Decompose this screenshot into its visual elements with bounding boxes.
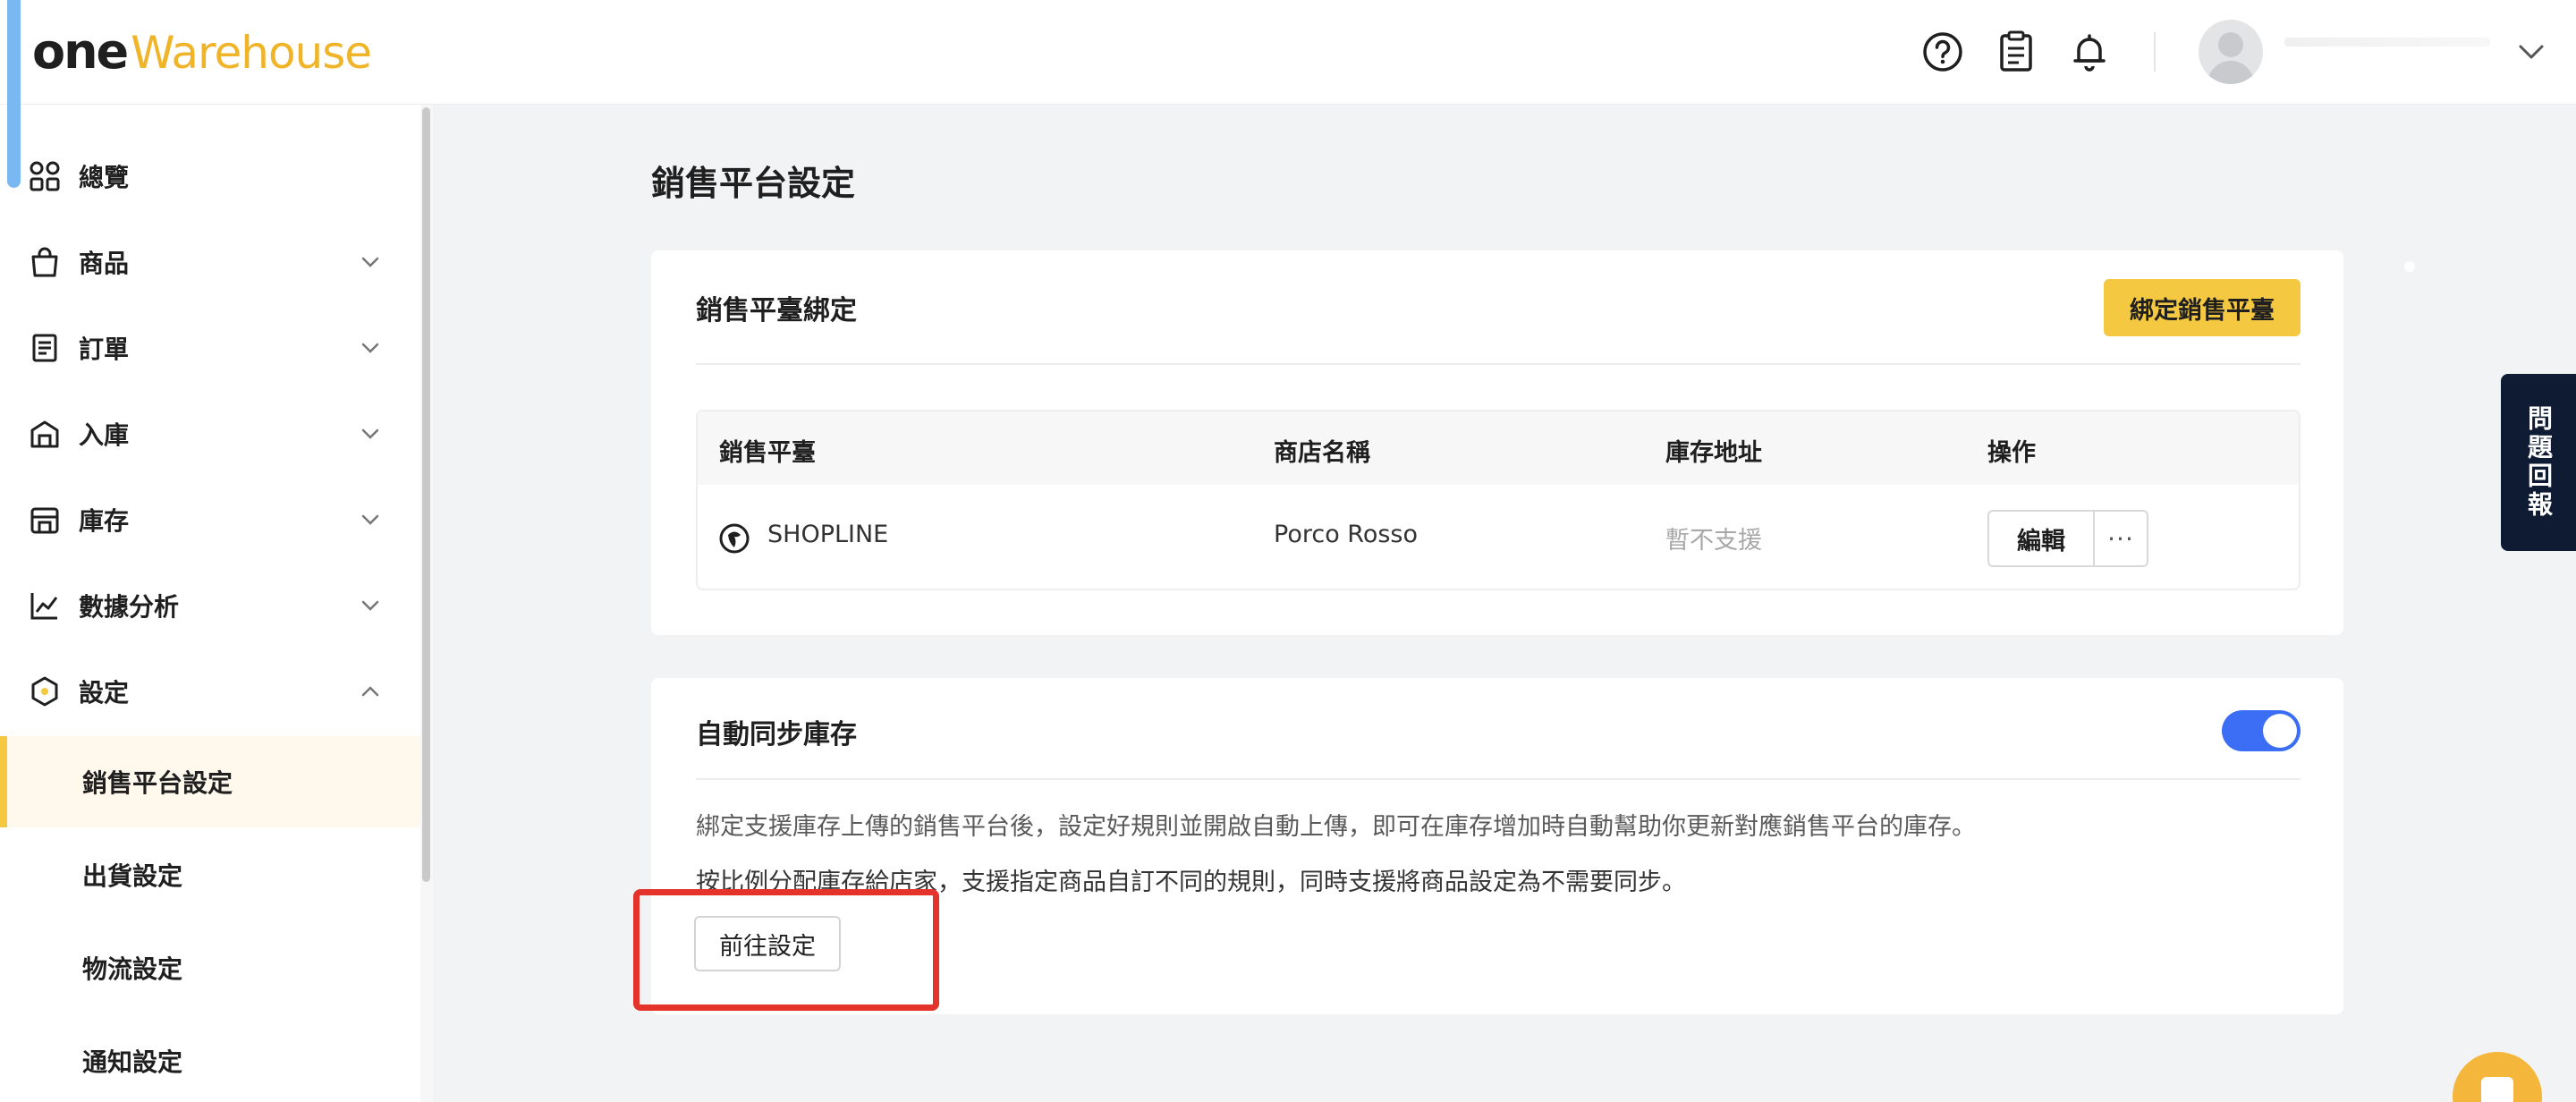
sidebar-item-label: 數據分析 — [79, 592, 180, 622]
floating-dot — [2404, 261, 2415, 272]
sidebar-subitem-logistics[interactable]: 物流設定 — [0, 922, 420, 1013]
chevron-down-icon — [361, 257, 379, 267]
shopline-logo-icon — [719, 523, 750, 554]
chevron-up-icon — [361, 686, 379, 697]
sync-card-title: 自動同步庫存 — [696, 719, 857, 750]
inbound-icon — [30, 420, 59, 448]
logo-one-text: one — [32, 23, 129, 80]
sidebar-scrollbar-thumb[interactable] — [422, 107, 430, 882]
binding-card-title: 銷售平臺綁定 — [696, 295, 857, 326]
chevron-down-icon — [361, 428, 379, 439]
sidebar-item-label: 庫存 — [79, 506, 130, 536]
row-actions: 編輯 ··· — [1987, 510, 2148, 567]
sync-card: 自動同步庫存 綁定支援庫存上傳的銷售平台後，設定好規則並開啟自動上傳，即可在庫存… — [651, 678, 2343, 1014]
column-header: 操作 — [1987, 439, 2036, 467]
card-divider — [696, 363, 2301, 365]
platform-table: 銷售平臺 商店名稱 庫存地址 操作 SHOPLINE Porco Rosso 暫… — [696, 410, 2301, 590]
sidebar-item-orders[interactable]: 訂單 — [0, 305, 420, 391]
top-header: one Warehouse — [0, 0, 2576, 105]
sidebar-subitem-label: 出貨設定 — [82, 861, 183, 891]
platform-name: SHOPLINE — [767, 521, 889, 548]
clipboard-icon[interactable] — [1995, 30, 2038, 73]
chevron-down-icon — [361, 343, 379, 353]
user-name-placeholder[interactable] — [2284, 38, 2490, 47]
column-header: 商店名稱 — [1274, 439, 1370, 467]
bind-platform-button[interactable]: 綁定銷售平臺 — [2104, 279, 2301, 336]
chat-widget-button[interactable] — [2453, 1052, 2542, 1102]
sync-description-1: 綁定支援庫存上傳的銷售平台後，設定好規則並開啟自動上傳，即可在庫存增加時自動幫助… — [696, 813, 1976, 841]
column-header: 庫存地址 — [1665, 439, 1762, 467]
bell-icon[interactable] — [2068, 30, 2111, 73]
table-row: SHOPLINE Porco Rosso 暫不支援 編輯 ··· — [698, 485, 2299, 589]
dashboard-icon — [30, 161, 60, 191]
sidebar-item-inbound[interactable]: 入庫 — [0, 391, 420, 477]
avatar-icon[interactable] — [2199, 20, 2263, 84]
sidebar-item-settings[interactable]: 設定 — [0, 648, 420, 734]
store-name: Porco Rosso — [1274, 521, 1419, 548]
feedback-tab[interactable]: 問題回報 — [2501, 374, 2576, 551]
sidebar-item-overview[interactable]: 總覽 — [0, 133, 420, 219]
chevron-down-icon — [361, 600, 379, 611]
column-header: 銷售平臺 — [719, 439, 816, 467]
sync-description-2: 按比例分配庫存給店家，支援指定商品自訂不同的規則，同時支援將商品設定為不需要同步… — [696, 869, 1686, 896]
header-accent-bar — [7, 0, 21, 188]
chevron-down-icon[interactable] — [2515, 36, 2547, 68]
sidebar-subitem-label: 通知設定 — [82, 1047, 183, 1077]
sidebar-item-analytics[interactable]: 數據分析 — [0, 563, 420, 648]
card-divider — [696, 778, 2301, 780]
sidebar-item-label: 設定 — [79, 678, 130, 708]
sidebar-subitem-label: 物流設定 — [82, 954, 183, 984]
shopping-bag-icon — [31, 247, 58, 277]
sidebar-item-label: 入庫 — [79, 420, 130, 450]
chevron-down-icon — [361, 514, 379, 525]
more-actions-button[interactable]: ··· — [2095, 512, 2147, 565]
brand-logo[interactable]: one Warehouse — [32, 23, 372, 81]
sidebar-item-inventory[interactable]: 庫存 — [0, 477, 420, 563]
warehouse-icon — [30, 507, 59, 534]
header-divider — [2154, 32, 2156, 72]
auto-sync-toggle[interactable] — [2222, 710, 2301, 751]
logo-warehouse-text: Warehouse — [131, 27, 372, 79]
receipt-icon — [32, 334, 57, 362]
binding-card: 銷售平臺綁定 綁定銷售平臺 銷售平臺 商店名稱 庫存地址 操作 SHOPLINE… — [651, 250, 2343, 635]
sidebar-item-products[interactable]: 商品 — [0, 219, 420, 305]
sidebar-subitem-notifications[interactable]: 通知設定 — [0, 1015, 420, 1102]
settings-hex-icon — [31, 676, 58, 707]
table-header: 銷售平臺 商店名稱 庫存地址 操作 — [698, 411, 2299, 485]
sidebar-subitem-label: 銷售平台設定 — [82, 768, 233, 798]
help-circle-icon[interactable] — [1921, 30, 1964, 73]
sidebar-item-label: 訂單 — [79, 335, 130, 364]
inventory-address: 暫不支援 — [1665, 527, 1762, 555]
sidebar-item-label: 總覽 — [79, 163, 130, 192]
sidebar-subitem-sales-platform[interactable]: 銷售平台設定 — [0, 736, 420, 827]
sidebar-subitem-shipping[interactable]: 出貨設定 — [0, 829, 420, 920]
page-title: 銷售平台設定 — [651, 164, 856, 203]
edit-button[interactable]: 編輯 — [1989, 512, 2095, 565]
feedback-tab-label: 問題回報 — [2524, 405, 2554, 520]
chart-icon — [30, 593, 58, 620]
sidebar: 總覽 商品 訂單 入庫 庫存 數據分析 設定 銷售平台設定 出貨設定 物流設定 … — [0, 105, 420, 1102]
sidebar-item-label: 商品 — [79, 249, 130, 278]
goto-settings-button[interactable]: 前往設定 — [694, 916, 841, 971]
toggle-knob — [2263, 714, 2297, 748]
